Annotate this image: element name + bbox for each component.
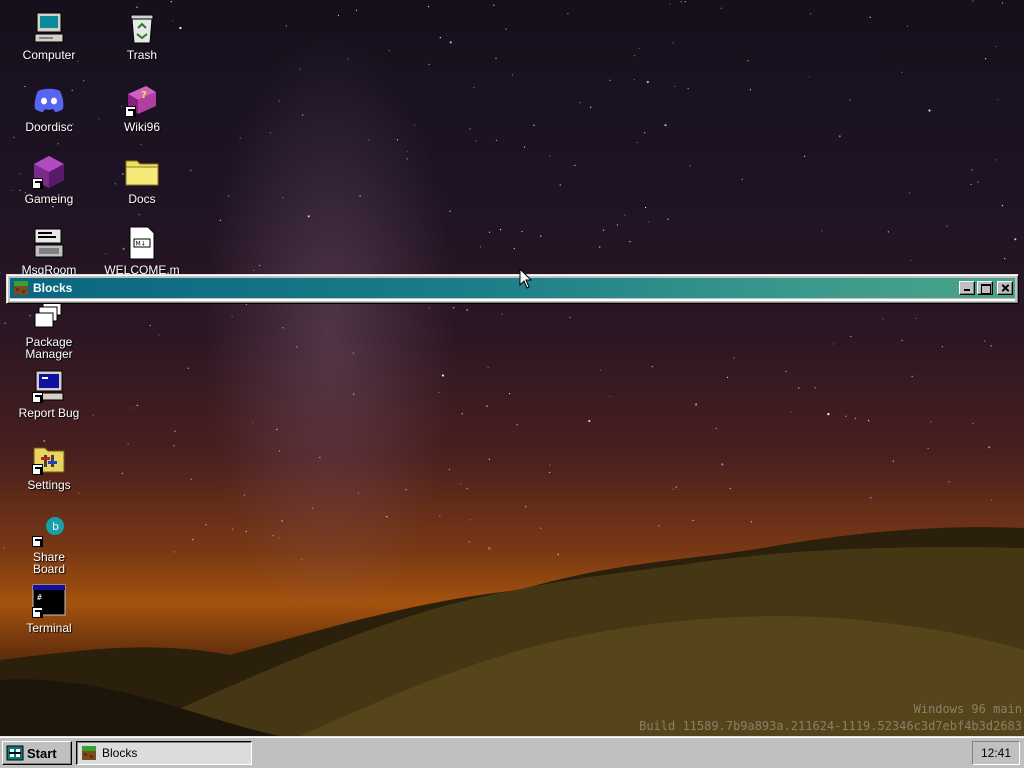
folder-icon	[125, 160, 159, 186]
watermark-line-2: Build 11589.7b9a893a.211624-1119.52346c3…	[639, 719, 1022, 733]
minimize-button[interactable]	[959, 281, 975, 295]
desktop-icon-label: Report Bug	[18, 406, 80, 420]
svg-text:b: b	[52, 520, 59, 533]
taskbar: Start Blocks 12:41	[0, 736, 1024, 768]
desktop-icon-label: Docs	[128, 192, 156, 206]
desktop-icon-doordisc[interactable]: Doordisc	[4, 82, 94, 133]
svg-text:?: ?	[141, 90, 147, 101]
start-button[interactable]: Start	[2, 741, 72, 765]
clock[interactable]: 12:41	[981, 746, 1011, 760]
markdown-file-icon: M↓	[129, 226, 155, 260]
desktop-icon-gameing[interactable]: Gameing	[4, 154, 94, 205]
desktop-icon-report-bug[interactable]: Report Bug	[4, 368, 94, 419]
desktop-icon-label: Gameing	[24, 192, 74, 206]
trash-icon	[130, 14, 154, 44]
desktop-icon-welcome[interactable]: M↓ WELCOME.m	[97, 225, 187, 276]
computer-icon	[34, 12, 64, 43]
desktop-icon-label: Package Manager	[25, 335, 73, 361]
desktop-icon-settings[interactable]: Settings	[4, 440, 94, 491]
shortcut-arrow-icon	[32, 178, 43, 189]
maximize-button[interactable]	[977, 281, 993, 295]
desktop[interactable]: Computer Doordisc Gameing MsgRoom Packag…	[0, 0, 1024, 736]
shortcut-arrow-icon	[32, 536, 43, 547]
desktop-icon-label: Doordisc	[25, 120, 73, 134]
window-content[interactable]	[10, 299, 1015, 301]
desktop-icon-msgroom[interactable]: MsgRoom	[4, 225, 94, 276]
shortcut-arrow-icon	[32, 464, 43, 475]
mouse-cursor-icon	[519, 268, 533, 289]
system-tray: 12:41	[972, 741, 1020, 765]
taskbar-item-blocks[interactable]: Blocks	[76, 741, 252, 765]
discord-icon	[34, 88, 64, 112]
svg-text:#: #	[37, 593, 42, 602]
msgroom-icon	[34, 228, 64, 258]
desktop-icon-label: Terminal	[26, 621, 72, 635]
desktop-icon-terminal[interactable]: # Terminal	[4, 583, 94, 634]
desktop-icon-trash[interactable]: Trash	[97, 10, 187, 61]
desktop-icon-label: Share Board	[32, 550, 66, 576]
blocks-icon	[82, 746, 96, 760]
watermark-line-1: Windows 96 main	[913, 702, 1022, 716]
blocks-icon	[14, 281, 28, 295]
shortcut-arrow-icon	[125, 106, 136, 117]
version-watermark: Windows 96 main Build 11589.7b9a893a.211…	[639, 701, 1022, 735]
desktop-icon-wiki96[interactable]: ? Wiki96	[97, 82, 187, 133]
start-label: Start	[27, 745, 57, 761]
desktop-icon-label: Trash	[126, 48, 158, 62]
close-button[interactable]	[997, 281, 1013, 295]
desktop-icon-docs[interactable]: Docs	[97, 154, 187, 205]
desktop-icon-label: Wiki96	[123, 120, 160, 134]
desktop-icon-label: Settings	[27, 478, 71, 492]
desktop-icon-share-board[interactable]: b Share Board	[4, 512, 94, 575]
desktop-icon-computer[interactable]: Computer	[4, 10, 94, 61]
shortcut-arrow-icon	[32, 392, 43, 403]
blocks-window[interactable]: Blocks	[6, 274, 1019, 304]
window-title: Blocks	[33, 281, 73, 295]
svg-text:M↓: M↓	[136, 241, 146, 248]
start-icon	[6, 745, 24, 761]
taskbar-item-label: Blocks	[102, 746, 138, 760]
window-titlebar[interactable]: Blocks	[10, 278, 1015, 298]
shortcut-arrow-icon	[32, 607, 43, 618]
desktop-icon-package-manager[interactable]: Package Manager	[4, 297, 94, 360]
desktop-icon-label: Computer	[22, 48, 76, 62]
